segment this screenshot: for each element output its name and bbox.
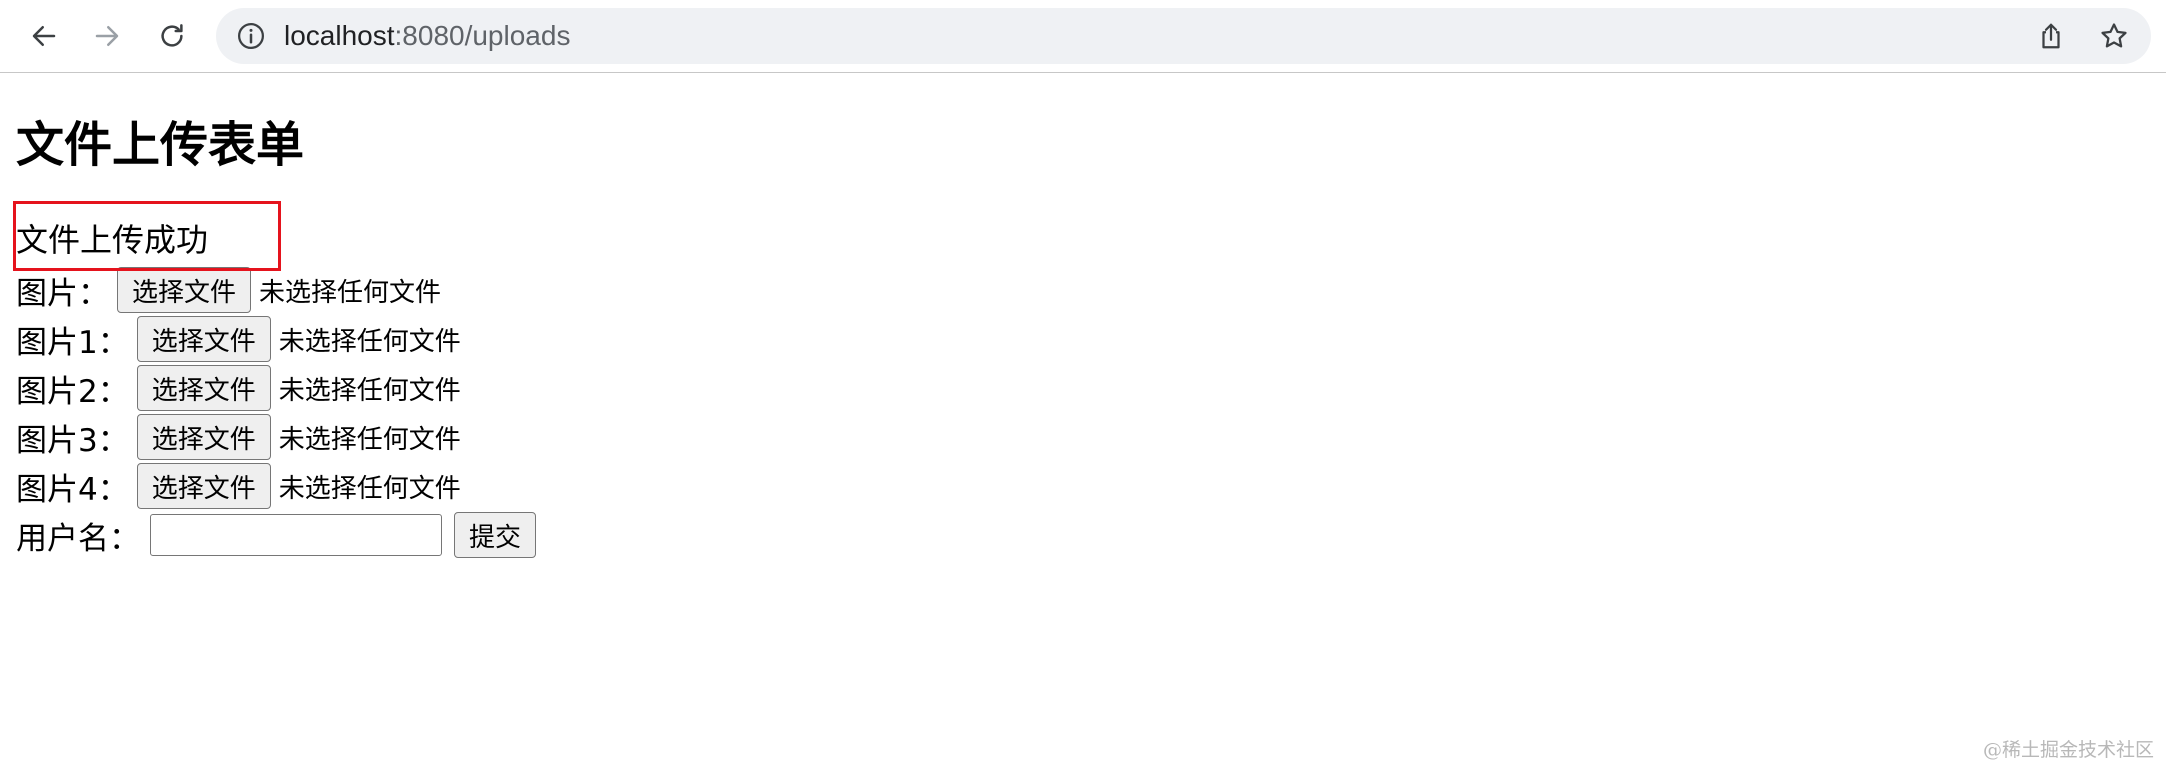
file-label: 图片1：	[16, 324, 129, 361]
forward-button[interactable]	[85, 14, 129, 58]
share-icon[interactable]	[2036, 21, 2066, 51]
file-row-image: 图片： 选择文件 未选择任何文件	[16, 266, 441, 314]
watermark: @稀土掘金技术社区	[1982, 739, 2154, 761]
page-title: 文件上传表单	[16, 117, 305, 173]
file-row-image4: 图片4： 选择文件 未选择任何文件	[16, 462, 461, 510]
info-icon[interactable]	[236, 21, 266, 51]
file-row-image1: 图片1： 选择文件 未选择任何文件	[16, 315, 461, 363]
username-row: 用户名： 提交	[16, 511, 537, 559]
choose-file-button[interactable]: 选择文件	[136, 365, 271, 411]
file-status: 未选择任何文件	[278, 424, 461, 455]
star-icon[interactable]	[2099, 21, 2129, 51]
back-button[interactable]	[22, 14, 66, 58]
file-label: 图片2：	[16, 373, 129, 410]
file-status: 未选择任何文件	[278, 326, 461, 357]
username-label: 用户名：	[16, 520, 140, 557]
username-input[interactable]	[150, 514, 442, 556]
reload-button[interactable]	[150, 14, 194, 58]
choose-file-button[interactable]: 选择文件	[136, 316, 271, 362]
file-row-image3: 图片3： 选择文件 未选择任何文件	[16, 413, 461, 461]
file-status: 未选择任何文件	[278, 473, 461, 504]
choose-file-button[interactable]: 选择文件	[136, 463, 271, 509]
file-label: 图片4：	[16, 471, 129, 508]
file-status: 未选择任何文件	[278, 375, 461, 406]
file-status: 未选择任何文件	[259, 277, 442, 308]
file-label: 图片：	[16, 275, 109, 312]
file-label: 图片3：	[16, 422, 129, 459]
file-row-image2: 图片2： 选择文件 未选择任何文件	[16, 364, 461, 412]
success-highlight-box	[13, 201, 281, 271]
arrow-left-icon	[32, 26, 56, 46]
url-text[interactable]: localhost:8080/uploads	[284, 8, 570, 64]
url-path: :8080/uploads	[394, 20, 571, 51]
choose-file-button[interactable]: 选择文件	[136, 414, 271, 460]
address-bar[interactable]: localhost:8080/uploads	[216, 8, 2151, 64]
choose-file-button[interactable]: 选择文件	[117, 267, 252, 313]
submit-button[interactable]: 提交	[454, 512, 537, 558]
url-host: localhost	[284, 20, 395, 51]
browser-toolbar: localhost:8080/uploads	[0, 0, 2166, 73]
arrow-right-icon	[95, 26, 119, 46]
reload-icon	[161, 24, 183, 47]
